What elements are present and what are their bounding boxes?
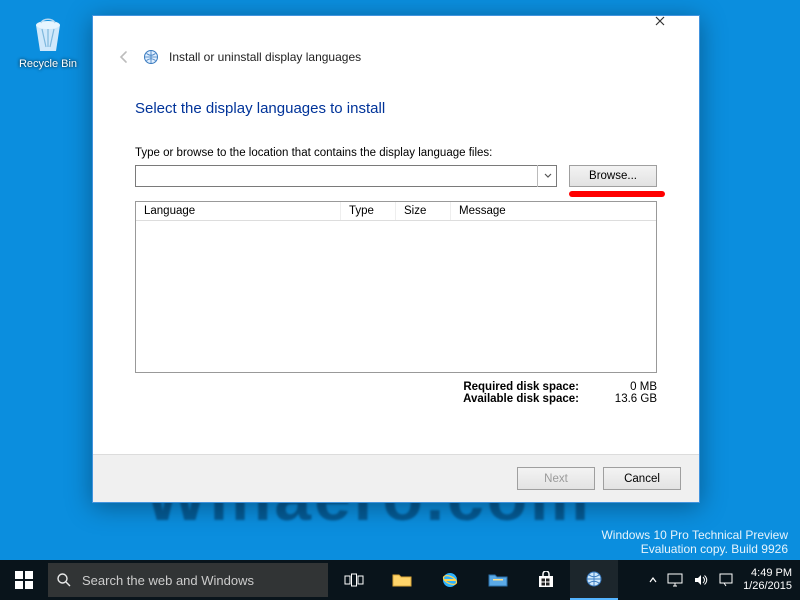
taskbar: Search the web and Windows [0,560,800,600]
start-button[interactable] [0,560,48,600]
recycle-bin[interactable]: Recycle Bin [18,15,78,70]
close-button[interactable] [655,16,699,44]
annotation-redline [569,191,665,197]
disk-info: Required disk space: 0 MB Available disk… [135,381,657,405]
ie-icon [440,570,460,590]
available-disk-value: 13.6 GB [605,393,657,405]
volume-icon [693,573,709,587]
column-header-type[interactable]: Type [341,202,396,220]
column-header-size[interactable]: Size [396,202,451,220]
taskbar-ie[interactable] [426,560,474,600]
taskbar-file-explorer[interactable] [378,560,426,600]
dialog-title: Install or uninstall display languages [169,50,361,64]
chevron-up-icon [649,577,657,583]
combobox-dropdown-button[interactable] [537,165,557,187]
desktop-watermark: Windows 10 Pro Technical Preview Evaluat… [601,528,788,556]
browse-button[interactable]: Browse... [569,165,657,187]
tray-date: 1/26/2015 [743,580,792,593]
back-button[interactable] [115,48,133,66]
required-disk-value: 0 MB [605,381,657,393]
language-table[interactable]: Language Type Size Message [135,201,657,373]
back-arrow-icon [116,49,132,65]
search-placeholder: Search the web and Windows [82,573,254,588]
tray-volume-icon[interactable] [693,573,709,587]
chevron-down-icon [544,173,552,179]
recycle-bin-icon [28,15,68,55]
store-icon [537,571,555,589]
required-disk-label: Required disk space: [449,381,579,393]
path-combobox[interactable] [135,165,557,187]
tray-action-center[interactable] [719,573,733,587]
monitor-icon [667,573,683,587]
tray-monitor-icon[interactable] [667,573,683,587]
path-input[interactable] [135,165,557,187]
notification-icon [719,573,733,587]
taskbar-search[interactable]: Search the web and Windows [48,563,328,597]
language-pack-dialog: Install or uninstall display languages S… [92,15,700,503]
folder-icon [392,572,412,588]
taskbar-file-explorer-2[interactable] [474,560,522,600]
recycle-bin-label: Recycle Bin [18,58,78,70]
next-button[interactable]: Next [517,467,595,490]
page-heading: Select the display languages to install [135,100,657,117]
close-icon [655,16,665,26]
taskbar-language-pack[interactable] [570,560,618,600]
column-header-language[interactable]: Language [136,202,341,220]
path-prompt: Type or browse to the location that cont… [135,147,657,159]
tray-overflow[interactable] [649,577,657,583]
taskbar-store[interactable] [522,560,570,600]
cancel-button[interactable]: Cancel [603,467,681,490]
system-tray: 4:49 PM 1/26/2015 [649,567,800,593]
column-header-message[interactable]: Message [451,202,656,220]
task-view-icon [344,572,364,588]
available-disk-label: Available disk space: [449,393,579,405]
dialog-titlebar[interactable] [93,16,699,46]
language-pack-icon [143,49,159,65]
tray-clock[interactable]: 4:49 PM 1/26/2015 [743,567,792,593]
tray-time: 4:49 PM [743,567,792,580]
task-view-button[interactable] [330,560,378,600]
globe-icon [584,569,604,589]
search-icon [56,572,72,588]
folder-blue-icon [488,572,508,588]
windows-logo-icon [15,571,33,589]
